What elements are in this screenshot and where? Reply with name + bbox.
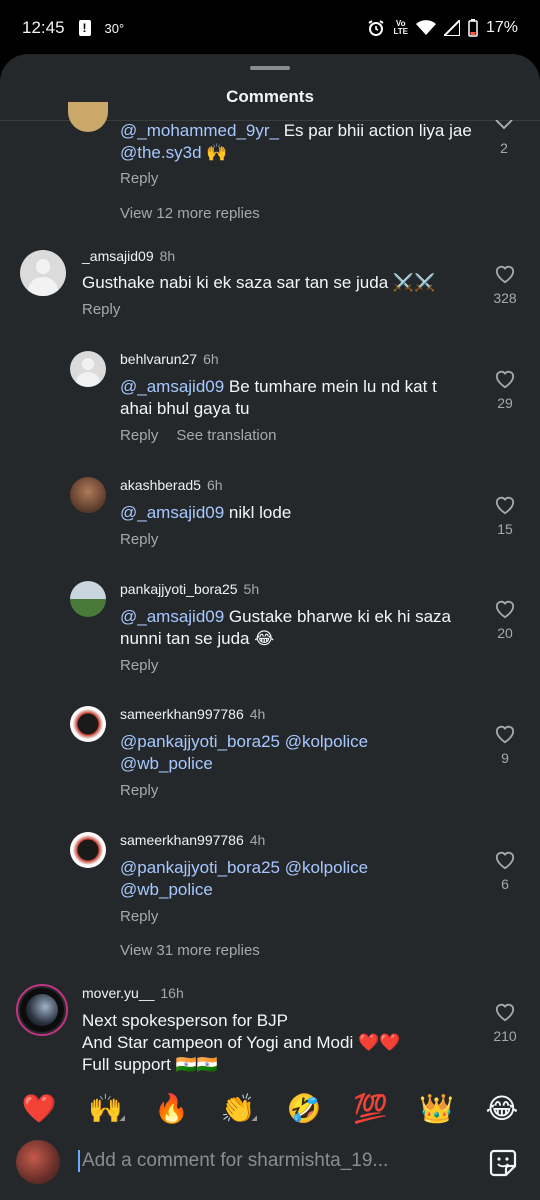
avatar[interactable] (70, 581, 106, 617)
timestamp: 8h (159, 248, 176, 264)
mention-link[interactable]: @_amsajid09 (120, 503, 224, 522)
heart-icon (495, 600, 515, 619)
comment-text: @_mohammed_9yr_ Es par bhii action liya … (120, 121, 472, 162)
username[interactable]: pankajjyoti_bora25 (120, 581, 238, 597)
heart-icon (495, 1003, 515, 1022)
timestamp: 4h (249, 706, 266, 722)
reply-button[interactable]: Reply (120, 531, 158, 548)
username[interactable]: akashberad5 (120, 477, 201, 493)
signal-icon (443, 20, 460, 36)
like-count: 2 (500, 140, 508, 156)
like-count: 20 (497, 625, 513, 641)
see-translation-button[interactable]: See translation (176, 427, 276, 444)
like-button[interactable]: 328 (485, 264, 525, 306)
status-bar: 12:45 ! 30° Vo LTE 17% (0, 0, 540, 56)
username[interactable]: behlvarun27 (120, 351, 197, 367)
like-button[interactable]: 29 (485, 369, 525, 411)
volte-icon: Vo LTE (393, 19, 408, 36)
emoji-quick-bar: ❤️ 🙌 🔥 👏 🤣 💯 👑 😂 (0, 1080, 540, 1136)
my-avatar (16, 1140, 60, 1184)
view-more-replies[interactable]: View 31 more replies (120, 942, 260, 959)
temperature: 30° (104, 20, 125, 36)
avatar[interactable] (70, 706, 106, 742)
wifi-icon (415, 20, 436, 35)
timestamp: 16h (160, 985, 184, 1001)
mention-link[interactable]: @_mohammed_9yr_ (120, 121, 279, 140)
username[interactable]: _amsajid09 (82, 248, 154, 264)
like-button[interactable]: 6 (485, 850, 525, 892)
timestamp: 4h (249, 832, 266, 848)
avatar[interactable] (70, 477, 106, 513)
sticker-icon[interactable] (488, 1148, 518, 1178)
drag-handle[interactable] (250, 66, 290, 70)
comment-input[interactable]: Add a comment for sharmishta_19... (78, 1150, 388, 1172)
mention-link[interactable]: @_amsajid09 (120, 607, 224, 626)
alert-icon: ! (78, 20, 91, 36)
comment-text: @pankajjyoti_bora25 @kolpolice @wb_polic… (120, 731, 420, 775)
avatar[interactable] (70, 832, 106, 868)
emoji-fire-button[interactable]: 🔥 (154, 1092, 189, 1125)
reply-button[interactable]: Reply (120, 782, 158, 799)
username[interactable]: mover.yu__ (82, 985, 154, 1001)
emoji-rofl-button[interactable]: 🤣 (287, 1092, 322, 1125)
like-count: 15 (497, 521, 513, 537)
reply-button[interactable]: Reply (120, 170, 158, 187)
mention-link[interactable]: @the.sy3d (120, 143, 202, 162)
emoji-joy-button[interactable]: 😂 (486, 1092, 519, 1125)
timestamp: 6h (206, 477, 223, 493)
battery-icon (468, 19, 478, 37)
like-count: 6 (501, 876, 509, 892)
comment-text: @_amsajid09 Be tumhare mein lu nd kat t … (120, 377, 437, 418)
comment-text: @_amsajid09 nikl lode (120, 503, 292, 522)
emoji-clap-button[interactable]: 👏 (220, 1092, 255, 1125)
view-more-replies[interactable]: View 12 more replies (120, 205, 260, 222)
like-count: 210 (493, 1028, 517, 1044)
username[interactable]: sameerkhan997786 (120, 706, 244, 722)
like-button[interactable]: 9 (485, 724, 525, 766)
comment-text: Next spokesperson for BJP And Star campe… (82, 1011, 401, 1074)
reply-button[interactable]: Reply (120, 657, 158, 674)
comment-text: Gusthake nabi ki ek saza sar tan se juda… (82, 273, 436, 292)
battery-percent: 17% (485, 19, 518, 36)
like-count: 9 (501, 750, 509, 766)
emoji-crown-button[interactable]: 👑 (419, 1092, 454, 1125)
comments-sheet: Comments @_mohammed_9yr_ Es par bhii act… (0, 54, 540, 1200)
mention-link[interactable]: @pankajjyoti_bora25 @kolpolice @wb_polic… (120, 858, 368, 899)
heart-icon (495, 265, 515, 284)
reply-button[interactable]: Reply (120, 908, 158, 925)
heart-icon (495, 725, 515, 744)
alarm-icon (368, 20, 385, 36)
avatar[interactable] (68, 102, 108, 132)
avatar[interactable] (70, 351, 106, 387)
emoji-100-button[interactable]: 💯 (353, 1092, 388, 1125)
reply-button[interactable]: Reply (120, 427, 158, 444)
timestamp: 5h (243, 581, 260, 597)
heart-icon (495, 851, 515, 870)
comment-composer: Add a comment for sharmishta_19... (0, 1136, 540, 1200)
like-button[interactable]: 210 (485, 1002, 525, 1044)
heart-icon (495, 120, 513, 130)
like-count: 328 (493, 290, 517, 306)
avatar[interactable] (20, 250, 66, 296)
timestamp: 6h (203, 351, 219, 367)
like-count: 29 (497, 395, 513, 411)
like-button[interactable]: 2 (484, 120, 524, 156)
like-button[interactable]: 20 (485, 599, 525, 641)
emoji-heart-button[interactable]: ❤️ (22, 1092, 57, 1125)
comment-text: @_amsajid09 Gustake bharwe ki ek hi saza… (120, 607, 451, 648)
username[interactable]: sameerkhan997786 (120, 832, 244, 848)
clock: 12:45 (22, 18, 65, 37)
like-button[interactable]: 15 (485, 495, 525, 537)
mention-link[interactable]: @_amsajid09 (120, 377, 224, 396)
mention-link[interactable]: @pankajjyoti_bora25 @kolpolice @wb_polic… (120, 732, 368, 773)
emoji-raised-hands-button[interactable]: 🙌 (88, 1092, 123, 1125)
heart-icon (495, 370, 515, 389)
comment-text: @pankajjyoti_bora25 @kolpolice @wb_polic… (120, 857, 420, 901)
reply-button[interactable]: Reply (82, 301, 120, 318)
heart-icon (495, 496, 515, 515)
avatar[interactable] (16, 984, 68, 1036)
